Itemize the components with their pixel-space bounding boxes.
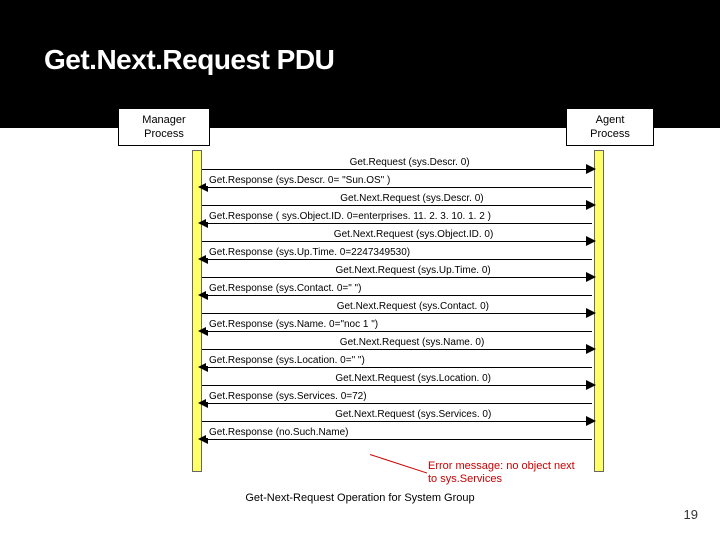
seq-message: Get.Response (sys.Up.Time. 0=2247349530)	[200, 248, 594, 266]
message-line	[202, 421, 592, 422]
message-line	[202, 241, 592, 242]
message-label: Get.Next.Request (sys.Services. 0)	[332, 409, 494, 420]
callout-line2: to sys.Services	[428, 473, 502, 485]
slide-number: 19	[684, 507, 698, 522]
seq-message: Get.Response (sys.Descr. 0= "Sun.OS" )	[200, 176, 594, 194]
manager-process-box: Manager Process	[118, 108, 210, 146]
message-line	[202, 349, 592, 350]
seq-message: Get.Next.Request (sys.Descr. 0)	[200, 194, 594, 212]
message-label: Get.Next.Request (sys.Location. 0)	[332, 373, 494, 384]
message-line	[202, 259, 592, 260]
manager-label-1: Manager	[142, 114, 185, 126]
seq-message: Get.Next.Request (sys.Object.ID. 0)	[200, 230, 594, 248]
message-line	[202, 223, 592, 224]
arrow-right-icon	[586, 344, 596, 354]
message-line	[202, 187, 592, 188]
seq-message: Get.Next.Request (sys.Services. 0)	[200, 410, 594, 428]
message-line	[202, 439, 592, 440]
callout-line1: Error message: no object next	[428, 460, 575, 472]
agent-label-1: Agent	[596, 114, 625, 126]
message-line	[202, 295, 592, 296]
message-line	[202, 385, 592, 386]
message-label: Get.Next.Request (sys.Name. 0)	[337, 337, 488, 348]
message-line	[202, 313, 592, 314]
agent-label-2: Process	[590, 128, 630, 140]
seq-message: Get.Response (sys.Contact. 0=" ")	[200, 284, 594, 302]
message-label: Get.Response (sys.Services. 0=72)	[206, 391, 370, 402]
seq-message: Get.Response ( sys.Object.ID. 0=enterpri…	[200, 212, 594, 230]
seq-message: Get.Response (sys.Location. 0=" ")	[200, 356, 594, 374]
seq-message: Get.Response (sys.Services. 0=72)	[200, 392, 594, 410]
agent-process-box: Agent Process	[566, 108, 654, 146]
message-line	[202, 169, 592, 170]
message-label: Get.Next.Request (sys.Contact. 0)	[334, 301, 492, 312]
seq-message: Get.Request (sys.Descr. 0)	[200, 158, 594, 176]
slide-title: Get.Next.Request PDU	[44, 44, 334, 76]
seq-message: Get.Next.Request (sys.Contact. 0)	[200, 302, 594, 320]
message-label: Get.Response (no.Such.Name)	[206, 427, 352, 438]
seq-message: Get.Next.Request (sys.Up.Time. 0)	[200, 266, 594, 284]
message-label: Get.Next.Request (sys.Object.ID. 0)	[331, 229, 497, 240]
message-line	[202, 205, 592, 206]
manager-label-2: Process	[144, 128, 184, 140]
message-label: Get.Next.Request (sys.Up.Time. 0)	[333, 265, 494, 276]
message-label: Get.Next.Request (sys.Descr. 0)	[337, 193, 486, 204]
message-lane: Get.Request (sys.Descr. 0) Get.Response (…	[200, 158, 594, 446]
message-label: Get.Response (sys.Name. 0="noc 1 ")	[206, 319, 381, 330]
message-label: Get.Response (sys.Contact. 0=" ")	[206, 283, 364, 294]
message-label: Get.Request (sys.Descr. 0)	[347, 157, 473, 168]
arrow-right-icon	[586, 380, 596, 390]
message-line	[202, 331, 592, 332]
seq-message: Get.Next.Request (sys.Location. 0)	[200, 374, 594, 392]
message-line	[202, 277, 592, 278]
message-label: Get.Response (sys.Up.Time. 0=2247349530)	[206, 247, 413, 258]
message-label: Get.Response ( sys.Object.ID. 0=enterpri…	[206, 211, 494, 222]
seq-message: Get.Response (no.Such.Name)	[200, 428, 594, 446]
message-label: Get.Response (sys.Descr. 0= "Sun.OS" )	[206, 175, 393, 186]
arrow-right-icon	[586, 236, 596, 246]
message-line	[202, 403, 592, 404]
seq-message: Get.Response (sys.Name. 0="noc 1 ")	[200, 320, 594, 338]
arrow-right-icon	[586, 200, 596, 210]
arrow-right-icon	[586, 308, 596, 318]
figure-caption: Get-Next-Request Operation for System Gr…	[0, 492, 720, 504]
arrow-right-icon	[586, 416, 596, 426]
callout-leader-line	[370, 454, 427, 473]
message-label: Get.Response (sys.Location. 0=" ")	[206, 355, 368, 366]
arrow-right-icon	[586, 164, 596, 174]
message-line	[202, 367, 592, 368]
callout-text: Error message: no object next to sys.Ser…	[428, 460, 618, 486]
seq-message: Get.Next.Request (sys.Name. 0)	[200, 338, 594, 356]
arrow-right-icon	[586, 272, 596, 282]
